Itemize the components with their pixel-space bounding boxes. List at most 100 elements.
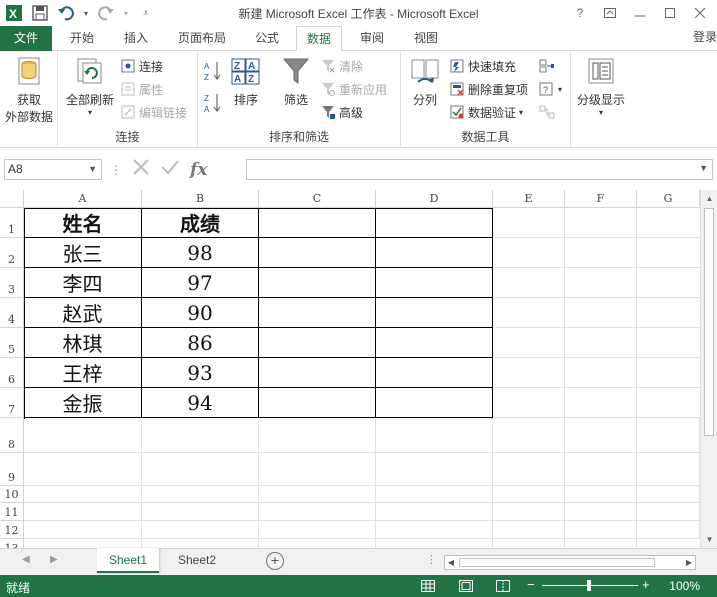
help-icon[interactable]: ?: [567, 3, 593, 23]
row-header-3[interactable]: 3: [0, 268, 24, 298]
confirm-entry-icon[interactable]: [160, 158, 180, 181]
cell-d7[interactable]: [376, 388, 493, 418]
cell-a4[interactable]: 赵武: [24, 298, 142, 328]
clear-filter-button[interactable]: 清除: [320, 56, 363, 76]
empty-row[interactable]: [24, 521, 700, 539]
cell-a7[interactable]: 金振: [24, 388, 142, 418]
relationships-button[interactable]: [539, 102, 555, 122]
select-all-corner[interactable]: [0, 190, 24, 208]
tab-insert[interactable]: 插入: [114, 26, 158, 51]
refresh-dropdown-icon[interactable]: ▾: [88, 108, 92, 117]
cell-b2[interactable]: 98: [142, 238, 259, 268]
cell-b1[interactable]: 成绩: [142, 208, 259, 238]
row-header-12[interactable]: 12: [0, 521, 24, 539]
close-icon[interactable]: [687, 3, 713, 23]
cell-d1[interactable]: [376, 208, 493, 238]
horizontal-scrollbar[interactable]: ◀ ▶: [444, 555, 696, 570]
cell-c3[interactable]: [259, 268, 376, 298]
row-header-11[interactable]: 11: [0, 503, 24, 521]
outline-dropdown-icon[interactable]: ▾: [599, 108, 603, 117]
cell-c1[interactable]: [259, 208, 376, 238]
row-header-4[interactable]: 4: [0, 298, 24, 328]
tab-home[interactable]: 开始: [60, 26, 104, 51]
outline-button[interactable]: 分级显示 ▾: [573, 55, 629, 117]
cell-c2[interactable]: [259, 238, 376, 268]
next-sheet-icon[interactable]: ▶: [50, 554, 58, 565]
cell-d2[interactable]: [376, 238, 493, 268]
data-validation-button[interactable]: 数据验证 ▾: [449, 102, 523, 122]
consolidate-button[interactable]: [539, 56, 555, 76]
row-header-8[interactable]: 8: [0, 418, 24, 453]
what-if-dropdown-icon[interactable]: ▾: [558, 85, 562, 94]
tab-formulas[interactable]: 公式: [245, 26, 289, 51]
vertical-scroll-thumb[interactable]: [704, 208, 714, 436]
cell-c4[interactable]: [259, 298, 376, 328]
sort-ascending-button[interactable]: AZ: [204, 61, 222, 82]
column-header-d[interactable]: D: [376, 190, 493, 208]
reapply-button[interactable]: 重新应用: [320, 79, 387, 99]
column-header-b[interactable]: B: [142, 190, 259, 208]
cell-c6[interactable]: [259, 358, 376, 388]
cell-a1[interactable]: 姓名: [24, 208, 142, 238]
prev-sheet-icon[interactable]: ◀: [22, 554, 30, 565]
cell-b6[interactable]: 93: [142, 358, 259, 388]
vertical-scrollbar[interactable]: ▲ ▼: [700, 190, 717, 548]
cell-d4[interactable]: [376, 298, 493, 328]
row-header-1[interactable]: 1: [0, 208, 24, 238]
formula-expand-icon[interactable]: ▼: [699, 163, 708, 173]
cell-d3[interactable]: [376, 268, 493, 298]
empty-row[interactable]: [24, 418, 700, 453]
zoom-in-icon[interactable]: +: [642, 577, 650, 592]
zoom-slider-thumb[interactable]: [587, 580, 591, 591]
flash-fill-button[interactable]: 快速填充: [449, 56, 516, 76]
maximize-icon[interactable]: [657, 3, 683, 23]
sort-button[interactable]: ZAAZ 排序: [228, 55, 264, 108]
zoom-level[interactable]: 100%: [669, 579, 700, 593]
cell-b4[interactable]: 90: [142, 298, 259, 328]
zoom-out-icon[interactable]: −: [527, 577, 535, 592]
advanced-filter-button[interactable]: 高级: [320, 102, 363, 122]
formula-input[interactable]: ▼: [246, 159, 713, 180]
row-header-9[interactable]: 9: [0, 453, 24, 486]
cell-c5[interactable]: [259, 328, 376, 358]
scroll-left-icon[interactable]: ◀: [445, 556, 457, 569]
cell-d5[interactable]: [376, 328, 493, 358]
tab-data[interactable]: 数据: [296, 26, 343, 52]
ribbon-display-options-icon[interactable]: [597, 3, 623, 23]
column-header-a[interactable]: A: [24, 190, 142, 208]
row-header-5[interactable]: 5: [0, 328, 24, 358]
tab-view[interactable]: 视图: [404, 26, 448, 51]
sheet-tab-sheet2[interactable]: Sheet2: [166, 548, 228, 573]
empty-row[interactable]: [24, 453, 700, 486]
insert-function-icon[interactable]: fx: [190, 160, 207, 180]
get-external-data-button[interactable]: 获取 外部数据: [3, 55, 55, 125]
properties-button[interactable]: 属性: [120, 79, 163, 99]
column-header-c[interactable]: C: [259, 190, 376, 208]
normal-view-icon[interactable]: [419, 578, 437, 594]
add-sheet-icon[interactable]: +: [266, 552, 284, 570]
cell-b7[interactable]: 94: [142, 388, 259, 418]
cancel-entry-icon[interactable]: [132, 158, 150, 181]
tab-page-layout[interactable]: 页面布局: [168, 26, 236, 51]
tab-file[interactable]: 文件: [0, 26, 52, 51]
sheet-tab-sheet1[interactable]: Sheet1: [97, 548, 160, 573]
cell-a6[interactable]: 王梓: [24, 358, 142, 388]
row-header-7[interactable]: 7: [0, 388, 24, 418]
name-box-dropdown-icon[interactable]: ▼: [88, 160, 97, 179]
page-layout-view-icon[interactable]: [457, 578, 475, 594]
empty-row[interactable]: [24, 503, 700, 521]
connections-button[interactable]: 连接: [120, 56, 163, 76]
sort-descending-button[interactable]: ZA: [204, 93, 222, 114]
row-header-10[interactable]: 10: [0, 486, 24, 503]
cell-a5[interactable]: 林琪: [24, 328, 142, 358]
what-if-analysis-button[interactable]: ? ▾: [539, 79, 562, 99]
sign-in-link[interactable]: 登录: [693, 26, 717, 48]
text-to-columns-button[interactable]: 分列: [405, 55, 445, 108]
empty-row[interactable]: [24, 486, 700, 503]
scroll-up-icon[interactable]: ▲: [701, 190, 717, 207]
page-break-preview-icon[interactable]: [494, 578, 512, 594]
cell-b5[interactable]: 86: [142, 328, 259, 358]
tab-split-grip-icon[interactable]: ⋮: [426, 553, 437, 566]
cell-a3[interactable]: 李四: [24, 268, 142, 298]
column-header-f[interactable]: F: [565, 190, 637, 208]
